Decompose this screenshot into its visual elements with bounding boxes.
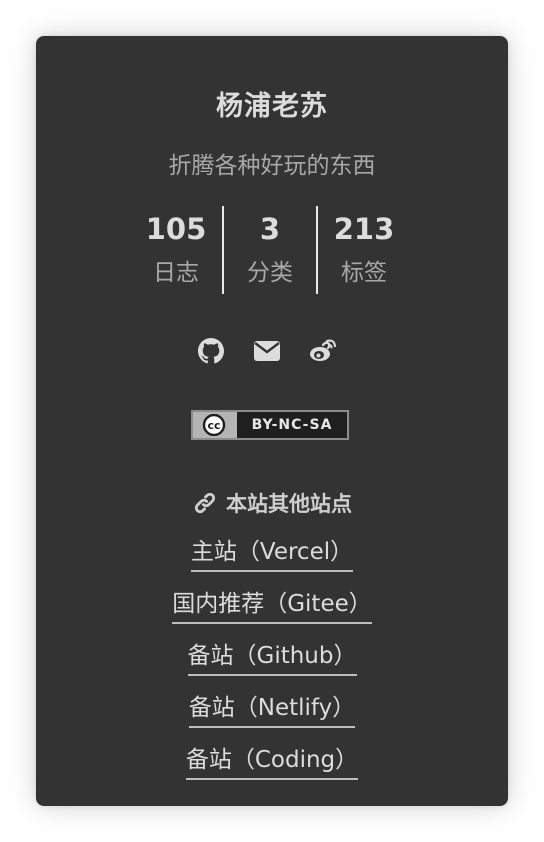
author-name: 杨浦老苏 (216, 91, 328, 122)
posts-count: 105 (145, 212, 207, 246)
site-stats: 105 日志 3 分类 213 标签 (129, 206, 413, 294)
categories-label: 分类 (247, 260, 293, 286)
link-coding[interactable]: 备站（Coding） (185, 744, 359, 780)
links-section-title: 本站其他站点 (36, 488, 508, 518)
categories-count: 3 (259, 212, 281, 246)
list-item: 备站（Netlify） (36, 692, 508, 744)
stat-categories[interactable]: 3 分类 (223, 206, 318, 294)
list-item: 国内推荐（Gitee） (36, 588, 508, 640)
sidebar-card: 杨浦老苏 折腾各种好玩的东西 105 日志 3 分类 213 标签 cc BY-… (36, 36, 508, 806)
link-netlify[interactable]: 备站（Netlify） (188, 692, 356, 728)
link-icon (192, 490, 218, 516)
tags-label: 标签 (341, 260, 387, 286)
stat-posts[interactable]: 105 日志 (129, 206, 224, 294)
weibo-icon-graphic (310, 339, 337, 361)
site-description: 折腾各种好玩的东西 (168, 153, 376, 179)
list-item: 主站（Vercel） (36, 536, 508, 588)
github-icon[interactable] (196, 336, 226, 366)
link-icon-graphic (194, 492, 216, 514)
weibo-icon[interactable] (308, 336, 338, 366)
link-github[interactable]: 备站（Github） (187, 640, 357, 676)
envelope-icon[interactable] (252, 336, 282, 366)
site-links-list: 主站（Vercel） 国内推荐（Gitee） 备站（Github） 备站（Net… (36, 536, 508, 796)
envelope-icon-graphic (254, 341, 280, 361)
cc-logo-icon: cc (193, 412, 237, 438)
creative-commons-license-badge[interactable]: cc BY-NC-SA (191, 410, 349, 440)
list-item: 备站（Coding） (36, 744, 508, 796)
link-gitee[interactable]: 国内推荐（Gitee） (172, 588, 372, 624)
list-item: 备站（Github） (36, 640, 508, 692)
social-links (36, 336, 508, 366)
license-text: BY-NC-SA (237, 412, 347, 438)
cc-logo-graphic: cc (202, 414, 226, 436)
links-title-text: 本站其他站点 (226, 492, 352, 516)
stat-tags[interactable]: 213 标签 (317, 206, 411, 294)
cc-logo-text: cc (207, 419, 220, 432)
github-icon-graphic (198, 338, 224, 364)
link-main-vercel[interactable]: 主站（Vercel） (190, 536, 354, 572)
tags-count: 213 (333, 212, 395, 246)
posts-label: 日志 (153, 260, 199, 286)
